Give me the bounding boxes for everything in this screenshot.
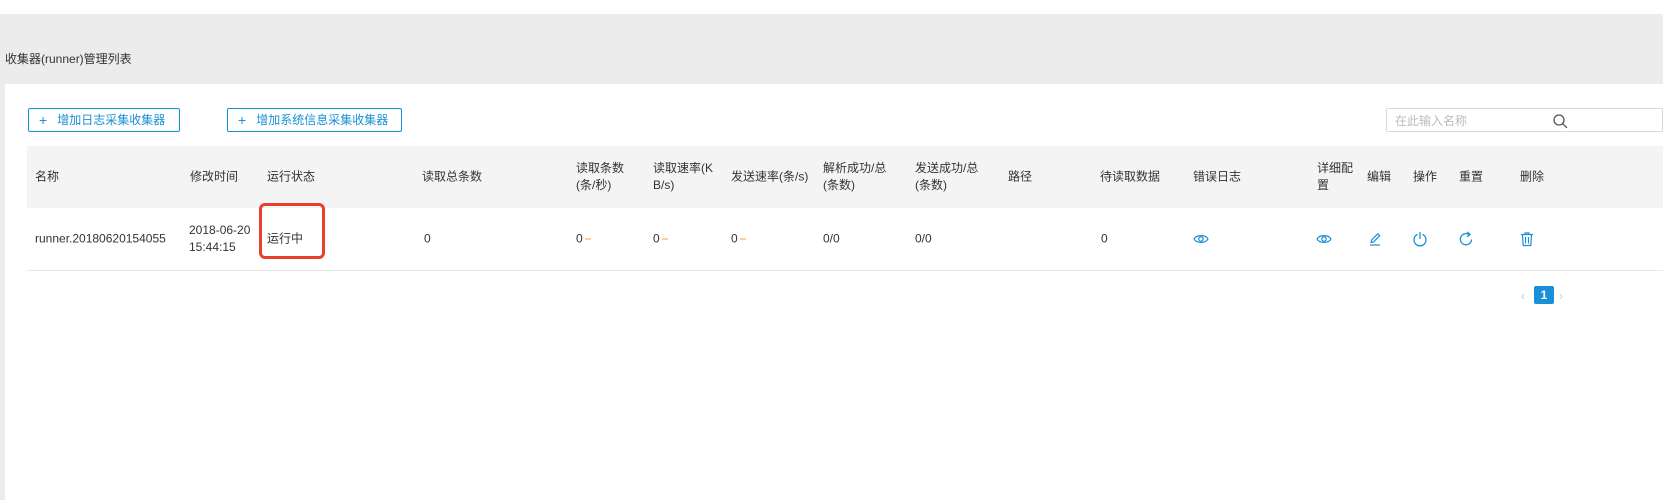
plus-icon: + <box>238 112 247 128</box>
add-system-collector-button[interactable]: + 增加系统信息采集收集器 <box>227 108 402 132</box>
header-read-count-rate: 读取条数(条/秒) <box>576 161 625 192</box>
pencil-icon[interactable] <box>1367 231 1383 247</box>
header-path: 路径 <box>1008 169 1033 184</box>
cell-send-rate-value: 0 <box>731 231 738 246</box>
cell-read-count-rate-value: 0 <box>576 231 583 246</box>
header-delete: 删除 <box>1520 169 1545 184</box>
cell-parse-success-total: 0/0 <box>823 231 840 246</box>
add-log-collector-button[interactable]: + 增加日志采集收集器 <box>28 108 180 132</box>
cell-modified-clock: 15:44:15 <box>189 240 236 254</box>
cell-read-speed-value: 0 <box>653 231 660 246</box>
page-title: 收集器(runner)管理列表 <box>5 52 132 66</box>
pagination-prev-button[interactable]: ‹ <box>1521 289 1525 303</box>
pagination-next-button[interactable]: › <box>1559 289 1563 303</box>
add-log-collector-label: 增加日志采集收集器 <box>57 113 166 127</box>
header-send-rate: 发送速率(条/s) <box>731 169 809 184</box>
trend-dash-icon <box>661 238 668 240</box>
cell-read-total: 0 <box>424 231 431 246</box>
header-reset: 重置 <box>1459 169 1484 184</box>
header-send-success-total: 发送成功/总(条数) <box>915 161 979 192</box>
status-highlight-box <box>259 203 325 259</box>
header-read-total: 读取总条数 <box>422 169 483 184</box>
power-icon[interactable] <box>1412 231 1428 247</box>
header-modified-time: 修改时间 <box>190 169 239 184</box>
table-header: 名称 修改时间 运行状态 读取总条数 读取条数(条/秒) 读取速率(KB/s) … <box>27 146 1663 208</box>
header-name: 名称 <box>35 169 60 184</box>
cell-name: runner.20180620154055 <box>35 231 166 246</box>
refresh-icon[interactable] <box>1458 231 1474 247</box>
header-parse-success-total: 解析成功/总(条数) <box>823 161 887 192</box>
eye-icon[interactable] <box>1193 231 1209 247</box>
search-input[interactable] <box>1393 110 1627 132</box>
cell-pending-data: 0 <box>1101 231 1108 246</box>
trash-icon[interactable] <box>1519 231 1535 247</box>
header-band <box>0 14 1663 84</box>
top-strip <box>0 0 1663 14</box>
plus-icon: + <box>39 112 48 128</box>
trend-dash-icon <box>584 238 591 240</box>
header-run-status: 运行状态 <box>267 169 316 184</box>
search-box <box>1386 108 1663 132</box>
runner-list-panel: + 增加日志采集收集器 + 增加系统信息采集收集器 名称 修改时间 运行状态 读… <box>5 84 1663 500</box>
header-error-log: 错误日志 <box>1193 169 1242 184</box>
pagination-current-page[interactable]: 1 <box>1534 286 1554 304</box>
eye-icon[interactable] <box>1316 231 1332 247</box>
cell-send-rate: 0 <box>731 231 746 248</box>
cell-read-count-rate: 0 <box>576 231 591 248</box>
trend-dash-icon <box>739 238 746 240</box>
cell-read-speed: 0 <box>653 231 668 248</box>
header-pending-data: 待读取数据 <box>1100 169 1161 184</box>
header-read-speed: 读取速率(KB/s) <box>653 161 714 192</box>
header-operate: 操作 <box>1413 169 1438 184</box>
cell-modified-date: 2018-06-20 <box>189 223 251 237</box>
cell-modified-time: 2018-06-20 15:44:15 <box>189 222 250 256</box>
add-system-collector-label: 增加系统信息采集收集器 <box>256 113 389 127</box>
header-edit: 编辑 <box>1367 169 1392 184</box>
header-detail-config: 详细配置 <box>1317 161 1354 192</box>
cell-send-success-total: 0/0 <box>915 231 932 246</box>
search-icon[interactable] <box>1552 113 1568 129</box>
